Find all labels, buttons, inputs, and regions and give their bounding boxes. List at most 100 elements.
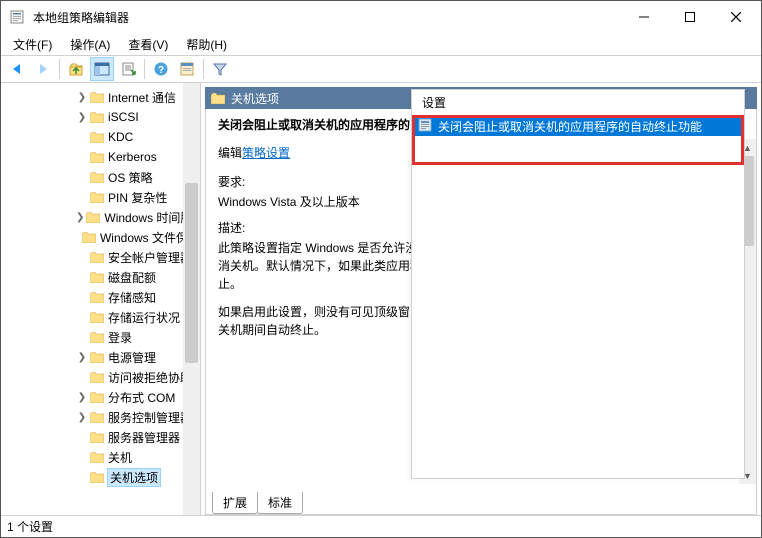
tree-item-label: 访问被拒绝协助 (108, 369, 192, 386)
tree-item-label: 存储感知 (108, 289, 156, 306)
folder-icon (90, 412, 104, 423)
tree-item[interactable]: Kerberos (1, 147, 200, 167)
tree-item[interactable]: 关机选项 (1, 467, 200, 487)
policy-item-icon (418, 118, 432, 135)
tree-item-label: Internet 通信 (108, 89, 176, 106)
edit-label: 编辑 (218, 146, 242, 160)
filter-button[interactable] (208, 57, 232, 81)
tree-item-label: 服务控制管理器 (108, 409, 192, 426)
tree-item[interactable]: 存储运行状况 (1, 307, 200, 327)
tree-item-label: 关机 (108, 449, 132, 466)
tree-item-label: Kerberos (108, 150, 157, 164)
folder-icon (90, 372, 104, 383)
folder-icon (211, 93, 225, 104)
menu-action[interactable]: 操作(A) (62, 34, 118, 55)
app-window: 本地组策略编辑器 文件(F) 操作(A) 查看(V) 帮助(H) ? ❯ Inte… (0, 0, 762, 538)
tree-expander-icon[interactable]: ❯ (76, 212, 84, 223)
folder-icon (90, 192, 104, 203)
tree-item[interactable]: ❯Windows 时间服务 (1, 207, 200, 227)
edit-policy-link[interactable]: 策略设置 (242, 146, 290, 160)
folder-icon (90, 392, 104, 403)
tree-item[interactable]: 磁盘配额 (1, 267, 200, 287)
tree-item-label: 安全帐户管理器 (108, 249, 192, 266)
tree-expander-icon[interactable]: ❯ (76, 412, 88, 423)
tree-item[interactable]: ❯电源管理 (1, 347, 200, 367)
folder-icon (86, 212, 100, 223)
window-controls (621, 1, 759, 33)
toolbar-separator (59, 59, 60, 79)
tree-expander-icon[interactable]: ❯ (76, 92, 88, 103)
menu-file[interactable]: 文件(F) (5, 34, 60, 55)
tree-item[interactable]: 安全帐户管理器 (1, 247, 200, 267)
export-list-button[interactable] (116, 57, 140, 81)
tab-standard[interactable]: 标准 (257, 492, 303, 514)
properties-button[interactable] (175, 57, 199, 81)
tree-expander-icon[interactable]: ❯ (76, 112, 88, 123)
tree-item-label: OS 策略 (108, 169, 153, 186)
settings-list-item[interactable]: 关闭会阻止或取消关机的应用程序的自动终止功能 (412, 116, 744, 136)
tree-item-label: KDC (108, 130, 133, 144)
folder-icon (90, 172, 104, 183)
folder-icon (90, 252, 104, 263)
settings-item-label: 关闭会阻止或取消关机的应用程序的自动终止功能 (438, 118, 702, 135)
tree-item-label: 关机选项 (108, 469, 160, 486)
folder-icon (90, 92, 104, 103)
tree-item[interactable]: Windows 文件保护 (1, 227, 200, 247)
tree-item-label: PIN 复杂性 (108, 189, 167, 206)
folder-icon (90, 432, 104, 443)
app-icon (9, 9, 25, 25)
tree-item[interactable]: ❯ 服务控制管理器 (1, 407, 200, 427)
tree-item-label: 磁盘配额 (108, 269, 156, 286)
toolbar: ? (1, 55, 761, 83)
status-text: 1 个设置 (7, 518, 53, 535)
tree-item-label: 分布式 COM (108, 389, 175, 406)
tree-item-label: 服务器管理器 (108, 429, 180, 446)
up-button[interactable] (64, 57, 88, 81)
folder-icon (90, 132, 104, 143)
help-button[interactable]: ? (149, 57, 173, 81)
menu-bar: 文件(F) 操作(A) 查看(V) 帮助(H) (1, 33, 761, 55)
back-button[interactable] (5, 57, 29, 81)
status-bar: 1 个设置 (1, 515, 761, 537)
toolbar-separator (144, 59, 145, 79)
tree-pane[interactable]: ❯ Internet 通信 ❯ iSCSI KDC Kerberos OS 策略 PIN 复杂… (1, 83, 201, 515)
tree-scrollbar[interactable] (183, 83, 200, 515)
menu-help[interactable]: 帮助(H) (178, 34, 235, 55)
title-bar[interactable]: 本地组策略编辑器 (1, 1, 761, 33)
tree-item[interactable]: 服务器管理器 (1, 427, 200, 447)
folder-icon (90, 472, 104, 483)
tree-item[interactable]: ❯ iSCSI (1, 107, 200, 127)
tree-item-label: iSCSI (108, 110, 139, 124)
folder-icon (90, 272, 104, 283)
tree-item[interactable]: 访问被拒绝协助 (1, 367, 200, 387)
tree-item[interactable]: KDC (1, 127, 200, 147)
tree-item[interactable]: ❯ 分布式 COM (1, 387, 200, 407)
settings-col-header[interactable]: 设置 (412, 90, 744, 116)
detail-tabs: 扩展 标准 (206, 492, 302, 514)
folder-icon (90, 452, 104, 463)
folder-icon (82, 232, 96, 243)
close-button[interactable] (713, 1, 759, 33)
folder-icon (90, 312, 104, 323)
tab-extended[interactable]: 扩展 (212, 492, 258, 514)
tree-item[interactable]: 关机 (1, 447, 200, 467)
menu-view[interactable]: 查看(V) (120, 34, 176, 55)
forward-button[interactable] (31, 57, 55, 81)
minimize-button[interactable] (621, 1, 667, 33)
tree-item[interactable]: PIN 复杂性 (1, 187, 200, 207)
tree-item[interactable]: OS 策略 (1, 167, 200, 187)
svg-text:?: ? (158, 65, 164, 76)
tree-item-label: 存储运行状况 (108, 309, 180, 326)
show-hide-tree-button[interactable] (90, 57, 114, 81)
tree-item[interactable]: 登录 (1, 327, 200, 347)
tree-item-label: 登录 (108, 329, 132, 346)
tree-scroll-thumb[interactable] (185, 183, 198, 363)
folder-icon (90, 352, 104, 363)
tree-item[interactable]: ❯ Internet 通信 (1, 87, 200, 107)
tree-expander-icon[interactable]: ❯ (76, 352, 88, 363)
maximize-button[interactable] (667, 1, 713, 33)
folder-icon (90, 152, 104, 163)
tree-item[interactable]: 存储感知 (1, 287, 200, 307)
tree-expander-icon[interactable]: ❯ (76, 392, 88, 403)
folder-icon (90, 332, 104, 343)
